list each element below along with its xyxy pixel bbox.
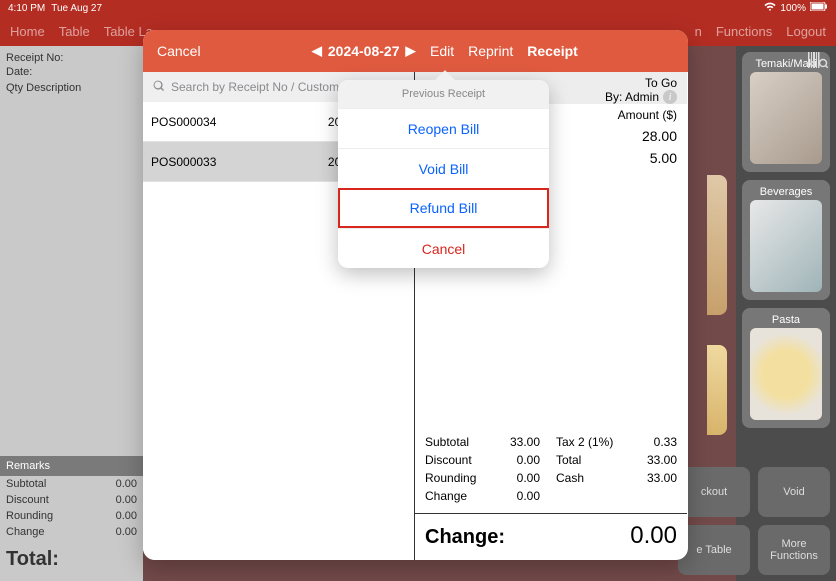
barcode-icon[interactable] [808,52,828,73]
dropdown-refund-bill[interactable]: Refund Bill [338,188,549,228]
sum-cash-v: 33.00 [629,471,677,485]
category-image [750,328,822,420]
sum-change-l: Change [425,489,476,503]
order-type: To Go [645,76,677,90]
tab-edit[interactable]: Edit [430,43,454,59]
nav-home[interactable]: Home [10,24,45,39]
category-tile-pasta[interactable]: Pasta [742,308,830,428]
wifi-icon [764,2,776,15]
status-time: 4:10 PM [8,3,45,14]
receipt-no: POS000033 [151,155,216,169]
action-more-functions[interactable]: More Functions [758,525,830,575]
sum-subtotal-v: 33.00 [492,435,540,449]
nav-table[interactable]: Table [59,24,90,39]
sum-tax-v: 0.33 [629,435,677,449]
category-image [750,72,822,164]
modal-header: Cancel ◀ 2024-08-27 ▶ Edit Reprint Recei… [143,30,688,72]
by-admin: By: Admin [605,90,659,104]
sum-discount-v: 0.00 [492,453,540,467]
sum-total-v: 33.00 [629,453,677,467]
category-tile-beverages[interactable]: Beverages [742,180,830,300]
qty-desc-label: Qty Description [6,82,137,94]
sum-cash-l: Cash [556,471,613,485]
receipt-no-label: Receipt No: [6,52,137,64]
sum-discount-l: Discount [425,453,476,467]
change-value: 0.00 [630,522,677,550]
modal-cancel-button[interactable]: Cancel [157,43,201,59]
lp-rounding-v: 0.00 [116,510,137,522]
category-label: Beverages [760,186,813,198]
search-placeholder: Search by Receipt No / Custom [171,80,339,94]
action-etable[interactable]: e Table [678,525,750,575]
category-image [750,200,822,292]
change-row: Change: 0.00 [415,513,687,560]
dropdown-void-bill[interactable]: Void Bill [338,148,549,188]
sum-rounding-v: 0.00 [492,471,540,485]
product-tile-edge[interactable] [707,175,727,315]
sum-rounding-l: Rounding [425,471,476,485]
nav-functions[interactable]: Functions [716,24,772,39]
lp-change-v: 0.00 [116,526,137,538]
date-label: Date: [6,66,137,78]
sum-total-l: Total [556,453,613,467]
order-panel: Receipt No: Date: Qty Description Remark… [0,46,143,581]
sum-tax-l: Tax 2 (1%) [556,435,613,449]
tab-receipt[interactable]: Receipt [527,43,578,59]
battery-icon [810,2,828,14]
receipt-no: POS000034 [151,115,216,129]
lp-change-l: Change [6,526,45,538]
dropdown-cancel[interactable]: Cancel [338,228,549,268]
action-label: More Functions [762,538,826,562]
tab-reprint[interactable]: Reprint [468,43,513,59]
category-label: Pasta [772,314,800,326]
lp-subtotal-v: 0.00 [116,478,137,490]
sum-subtotal-l: Subtotal [425,435,476,449]
nav-logout[interactable]: Logout [786,24,826,39]
sum-change-v: 0.00 [492,489,540,503]
dropdown-reopen-bill[interactable]: Reopen Bill [338,108,549,148]
lp-subtotal-l: Subtotal [6,478,46,490]
info-icon[interactable]: i [663,90,677,104]
action-label: Void [783,486,804,498]
change-label: Change: [425,526,505,549]
lp-total-label: Total: [6,540,137,581]
status-date: Tue Aug 27 [51,3,102,14]
modal-date[interactable]: 2024-08-27 [328,43,400,59]
status-bar: 4:10 PM Tue Aug 27 100% [0,0,836,16]
lp-discount-l: Discount [6,494,49,506]
product-tile-edge[interactable] [707,345,727,435]
search-icon [153,80,165,95]
date-next-button[interactable]: ▶ [406,43,416,59]
action-label: e Table [696,544,731,556]
nav-partial[interactable]: n [695,24,702,39]
lp-discount-v: 0.00 [116,494,137,506]
action-void[interactable]: Void [758,467,830,517]
action-checkout[interactable]: ckout [678,467,750,517]
dropdown-title: Previous Receipt [338,80,549,108]
remarks-bar: Remarks [0,456,143,476]
lp-rounding-l: Rounding [6,510,53,522]
date-prev-button[interactable]: ◀ [312,43,322,59]
status-battery: 100% [780,3,806,14]
summary-grid: Subtotal 33.00 Tax 2 (1%) 0.33 Discount … [425,431,677,513]
action-label: ckout [701,486,727,498]
receipt-dropdown: Previous Receipt Reopen Bill Void Bill R… [338,80,549,268]
